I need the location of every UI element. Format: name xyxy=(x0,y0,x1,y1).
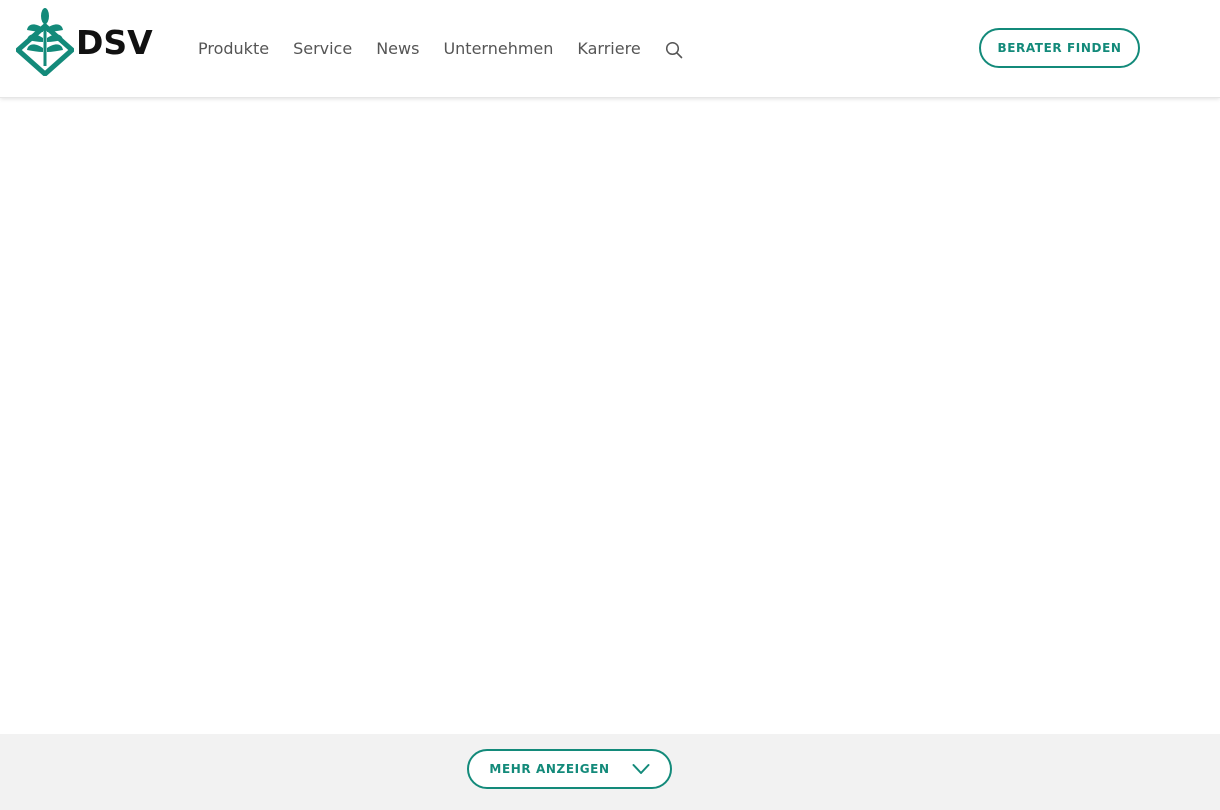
chevron-down-icon xyxy=(632,763,650,775)
nav-item-news[interactable]: News xyxy=(376,37,419,61)
site-header: DSV Produkte Service News Unternehmen Ka… xyxy=(0,0,1220,98)
berater-finden-button[interactable]: BERATER FINDEN xyxy=(979,28,1140,68)
nav-item-produkte[interactable]: Produkte xyxy=(198,37,269,61)
brand-name: DSV xyxy=(76,22,153,62)
page: DSV Produkte Service News Unternehmen Ka… xyxy=(0,0,1220,810)
wheat-diamond-icon xyxy=(16,6,74,76)
berater-finden-label: BERATER FINDEN xyxy=(997,41,1122,55)
load-more-band: MEHR ANZEIGEN xyxy=(0,734,1220,810)
mehr-anzeigen-button[interactable]: MEHR ANZEIGEN xyxy=(467,749,672,789)
nav-item-service[interactable]: Service xyxy=(293,37,352,61)
main-content xyxy=(0,98,1220,734)
nav-item-karriere[interactable]: Karriere xyxy=(577,37,640,61)
search-icon[interactable] xyxy=(665,41,683,59)
mehr-anzeigen-label: MEHR ANZEIGEN xyxy=(489,762,610,776)
brand-logo-link[interactable]: DSV xyxy=(16,6,156,76)
main-nav: Produkte Service News Unternehmen Karrie… xyxy=(198,36,683,62)
nav-item-unternehmen[interactable]: Unternehmen xyxy=(443,37,553,61)
